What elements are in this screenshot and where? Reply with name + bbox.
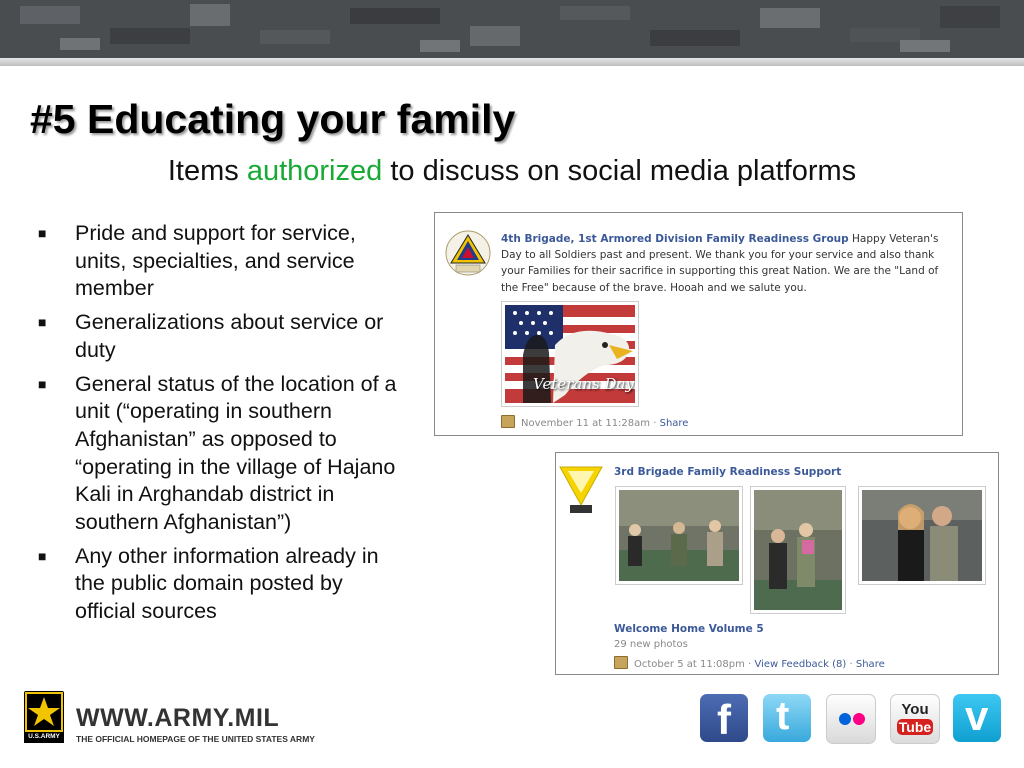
bullet-item: ■ General status of the location of a uni… (38, 371, 397, 535)
veterans-day-photo[interactable]: Veterans Day (501, 301, 639, 407)
share-link[interactable]: Share (856, 659, 885, 670)
post-meta: November 11 at 11:28am · Share (501, 415, 688, 429)
bullet-marker-icon: ■ (38, 314, 47, 331)
brigade-patch-avatar[interactable] (558, 465, 604, 515)
post-meta: October 5 at 11:08pm · View Feedback (8)… (614, 656, 885, 670)
subtitle-text-after: to discuss on social media platforms (390, 155, 857, 187)
logo-text: U.S.ARMY (28, 733, 60, 740)
album-photo-count: 29 new photos (614, 639, 688, 650)
photo-caption: Veterans Day (533, 375, 634, 393)
album-photo[interactable] (750, 486, 846, 614)
facebook-icon[interactable]: f (700, 694, 748, 742)
facebook-album-screenshot: 3rd Brigade Family Readiness Support Wel… (555, 452, 999, 675)
flickr-icon[interactable] (826, 694, 876, 744)
slide-title: #5 Educating your family (30, 96, 516, 142)
division-patch-avatar[interactable] (443, 227, 493, 281)
youtube-icon[interactable]: You Tube (890, 694, 940, 744)
bullet-marker-icon: ■ (38, 547, 47, 564)
share-link[interactable]: Share (660, 418, 689, 429)
bullet-item: ■ Pride and support for service, units, s… (38, 221, 356, 301)
photo-album-icon (614, 656, 628, 669)
bullet-list: ■ Pride and support for service, units, s… (34, 220, 406, 632)
album-title-link[interactable]: Welcome Home Volume 5 (614, 621, 764, 637)
bullet-marker-icon: ■ (38, 225, 47, 241)
subtitle-highlight: authorized (246, 155, 383, 187)
page-name-link[interactable]: 3rd Brigade Family Readiness Support (614, 464, 841, 480)
army-star-logo[interactable]: U.S.ARMY (24, 691, 64, 743)
album-photo[interactable] (858, 486, 986, 585)
army-tagline: THE OFFICIAL HOMEPAGE OF THE UNITED STAT… (76, 734, 315, 744)
banner-divider (0, 58, 1024, 66)
view-feedback-link[interactable]: View Feedback (8) (754, 659, 846, 670)
post-timestamp[interactable]: November 11 at 11:28am (521, 418, 650, 429)
album-photo[interactable] (615, 486, 743, 585)
army-url[interactable]: WWW.ARMY.MIL (76, 704, 279, 733)
page-name-link[interactable]: 4th Brigade, 1st Armored Division Family… (501, 233, 849, 245)
twitter-icon[interactable]: t (763, 694, 811, 742)
bullet-item: ■ Generalizations about service or duty (38, 310, 384, 362)
bullet-item: ■ Any other information already in the pu… (38, 543, 379, 624)
slide-subtitle: Items authorized to discuss on social me… (0, 155, 1024, 188)
subtitle-text-before: Items (167, 155, 239, 187)
post-body: 4th Brigade, 1st Armored Division Family… (501, 231, 957, 296)
camouflage-banner (0, 0, 1024, 58)
vimeo-icon[interactable]: v (953, 694, 1001, 742)
post-timestamp[interactable]: October 5 at 11:08pm (634, 659, 745, 670)
facebook-post-screenshot: 4th Brigade, 1st Armored Division Family… (434, 212, 963, 436)
photo-album-icon (501, 415, 515, 428)
bullet-marker-icon: ■ (38, 375, 47, 392)
